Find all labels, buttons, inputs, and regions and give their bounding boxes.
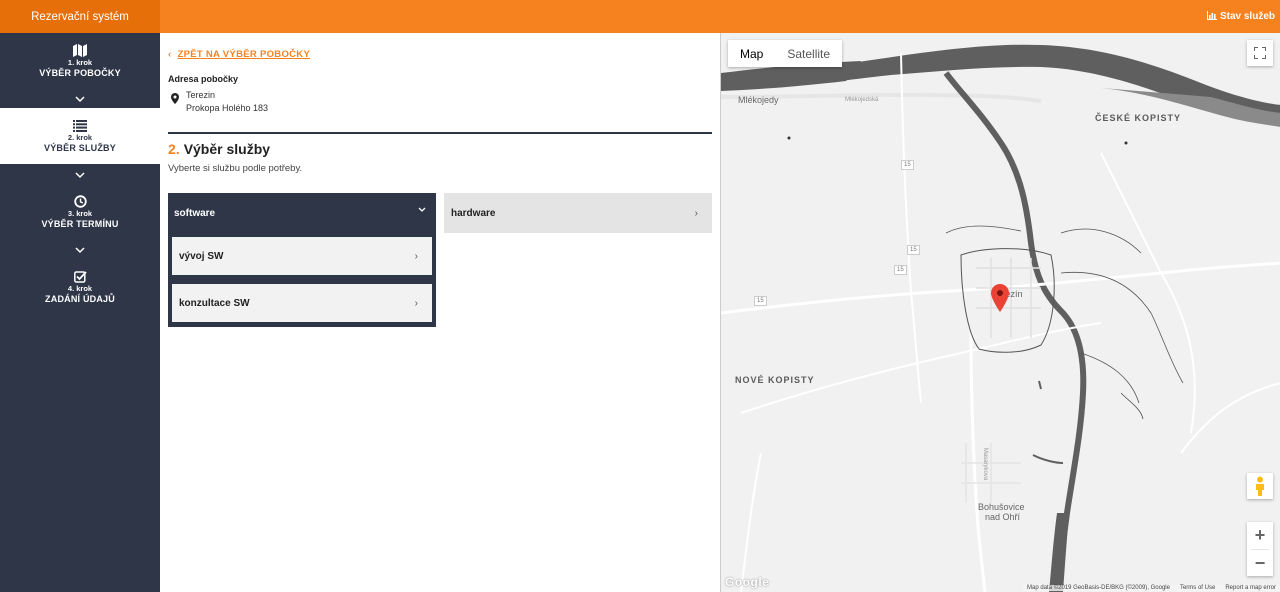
road-shield: 15 bbox=[894, 265, 907, 275]
category-hardware[interactable]: hardware › bbox=[444, 193, 712, 233]
branch-map[interactable]: Mlékojedy Mlékojedská ČESKÉ KOPISTY NOVÉ… bbox=[720, 33, 1280, 592]
zoom-out-button[interactable]: − bbox=[1247, 550, 1273, 577]
map-type-map-button[interactable]: Map bbox=[728, 40, 775, 67]
map-label-mlekojedy: Mlékojedy bbox=[738, 95, 779, 105]
google-logo: Google bbox=[725, 575, 770, 589]
steps-sidebar: 1. krok VÝBĚR POBOČKY 2. krok VÝBĚR SLUŽ… bbox=[0, 33, 160, 592]
zoom-control: + − bbox=[1247, 522, 1273, 576]
map-data-credit: Map data ©2019 GeoBasis-DE/BKG (©2009), … bbox=[1027, 585, 1170, 591]
service-status-label: Stav služeb bbox=[1219, 11, 1275, 22]
step-details[interactable]: 4. krok ZADÁNÍ ÚDAJŮ bbox=[0, 259, 160, 315]
fullscreen-button[interactable] bbox=[1247, 40, 1273, 66]
list-icon bbox=[0, 117, 160, 132]
map-type-control: Map Satellite bbox=[728, 40, 843, 67]
chevron-down-icon bbox=[418, 207, 426, 212]
road-shield: 15 bbox=[907, 245, 920, 255]
step-time[interactable]: 3. krok VÝBĚR TERMÍNU bbox=[0, 184, 160, 240]
checkbox-icon bbox=[0, 268, 160, 283]
map-label-ceske-kopisty: ČESKÉ KOPISTY bbox=[1095, 113, 1182, 123]
chevron-down-icon bbox=[75, 172, 85, 179]
fullscreen-icon bbox=[1254, 47, 1266, 59]
pegman-icon bbox=[1256, 476, 1264, 496]
map-label-mlekojedska: Mlékojedská bbox=[845, 97, 879, 103]
chevron-right-icon: › bbox=[694, 207, 698, 219]
map-label-bohusovice: nad Ohří bbox=[985, 512, 1021, 522]
report-map-error-link[interactable]: Report a map error bbox=[1225, 585, 1276, 591]
map-icon bbox=[0, 42, 160, 57]
map-attribution: Map data ©2019 GeoBasis-DE/BKG (©2009), … bbox=[1023, 585, 1280, 591]
location-marker-icon[interactable] bbox=[991, 284, 1009, 312]
map-label-nove-kopisty: NOVÉ KOPISTY bbox=[735, 375, 815, 385]
step-branch[interactable]: 1. krok VÝBĚR POBOČKY bbox=[0, 33, 160, 89]
bar-chart-icon bbox=[1206, 10, 1217, 23]
map-label-bohusovice: Bohušovice bbox=[978, 502, 1025, 512]
service-item-consulting[interactable]: konzultace SW › bbox=[172, 284, 432, 322]
road-shield: 15 bbox=[901, 160, 914, 170]
chevron-left-icon: ‹ bbox=[168, 49, 172, 60]
app-title: Rezervační systém bbox=[0, 0, 160, 33]
page-subtitle: Vyberte si službu podle potřeby. bbox=[168, 163, 303, 174]
chevron-down-icon bbox=[75, 247, 85, 254]
street-view-button[interactable] bbox=[1247, 473, 1273, 499]
page-title: 2. Výběr služby bbox=[168, 141, 271, 157]
chevron-right-icon: › bbox=[414, 250, 418, 262]
road-shield: 15 bbox=[754, 296, 767, 306]
category-software-header[interactable]: software bbox=[168, 193, 436, 233]
back-to-branch-link[interactable]: ‹ ZPĚT NA VÝBĚR POBOČKY bbox=[168, 49, 310, 60]
category-software: software vývoj SW › konzultace SW › bbox=[168, 193, 436, 327]
service-status-link[interactable]: Stav služeb bbox=[1206, 0, 1275, 33]
map-pin-icon bbox=[171, 93, 179, 104]
divider bbox=[168, 132, 712, 134]
chevron-down-icon bbox=[75, 96, 85, 103]
service-item-development[interactable]: vývoj SW › bbox=[172, 237, 432, 275]
chevron-right-icon: › bbox=[414, 297, 418, 309]
step-service[interactable]: 2. krok VÝBĚR SLUŽBY bbox=[0, 108, 160, 164]
address-label: Adresa pobočky bbox=[168, 74, 239, 84]
address-city: Terezin bbox=[186, 90, 216, 100]
top-header: Rezervační systém Stav služeb bbox=[0, 0, 1280, 33]
zoom-in-button[interactable]: + bbox=[1247, 522, 1273, 549]
address-street: Prokopa Holého 183 bbox=[186, 103, 269, 113]
map-label-masarykova: Masarykova bbox=[982, 447, 989, 481]
terms-of-use-link[interactable]: Terms of Use bbox=[1180, 585, 1215, 591]
clock-icon bbox=[0, 193, 160, 208]
service-selection-panel: ‹ ZPĚT NA VÝBĚR POBOČKY Adresa pobočky Te… bbox=[160, 33, 720, 592]
map-type-satellite-button[interactable]: Satellite bbox=[775, 40, 842, 67]
